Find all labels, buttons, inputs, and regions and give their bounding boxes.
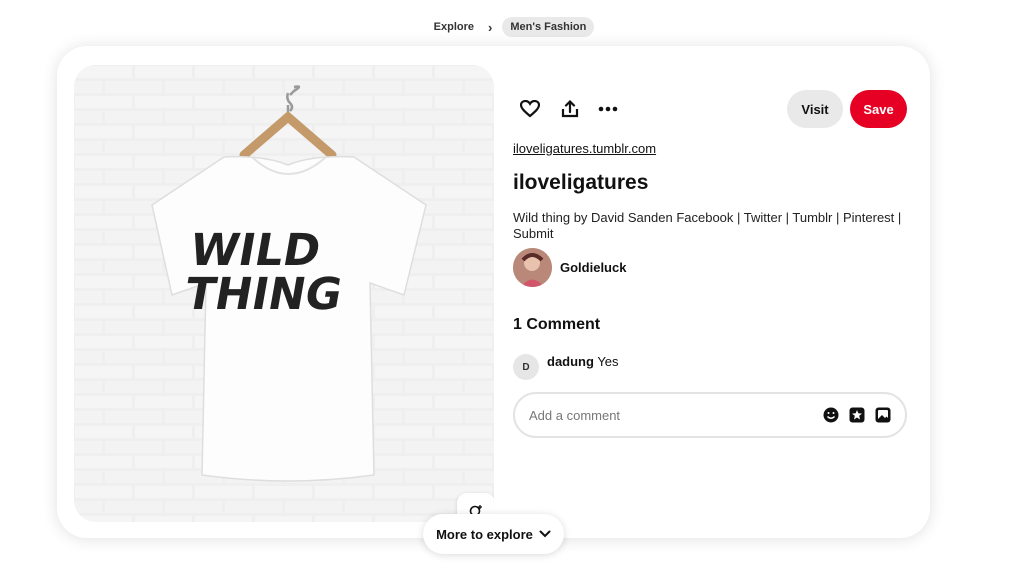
comment-user[interactable]: dadung	[547, 354, 594, 369]
creator[interactable]: Goldieluck	[513, 248, 626, 287]
comment-item: D dadung Yes	[513, 352, 619, 380]
pin-description: Wild thing by David Sanden Facebook | Tw…	[513, 210, 902, 241]
heart-icon[interactable]	[515, 94, 545, 124]
comment-avatar[interactable]: D	[513, 354, 539, 380]
more-to-explore-button[interactable]: More to explore	[423, 514, 564, 554]
avatar[interactable]	[513, 248, 552, 287]
breadcrumb: Explore › Men's Fashion	[0, 17, 1024, 37]
more-icon[interactable]	[593, 94, 623, 124]
source-link[interactable]: iloveligatures.tumblr.com	[513, 141, 656, 156]
chevron-right-icon: ›	[488, 19, 493, 35]
tshirt-photo: WILD THING	[74, 65, 494, 522]
comment-placeholder[interactable]: Add a comment	[529, 408, 823, 423]
shirt-text-thing: THING	[181, 269, 346, 320]
breadcrumb-explore[interactable]: Explore	[430, 18, 478, 36]
visit-button[interactable]: Visit	[787, 90, 843, 128]
comment-body: dadung Yes	[547, 352, 619, 369]
chevron-down-icon	[539, 530, 551, 538]
pin-title: iloveligatures	[513, 171, 649, 194]
breadcrumb-mens-fashion[interactable]: Men's Fashion	[502, 17, 595, 37]
sticker-icon[interactable]	[849, 407, 865, 423]
comment-text: Yes	[597, 354, 619, 369]
comment-input[interactable]: Add a comment	[513, 392, 907, 438]
share-icon[interactable]	[555, 94, 585, 124]
comments-title: 1 Comment	[513, 316, 601, 333]
creator-name[interactable]: Goldieluck	[560, 260, 626, 275]
pin-actions: Visit Save	[513, 90, 907, 128]
more-to-explore-label: More to explore	[436, 526, 533, 542]
pin-details: Visit Save iloveligatures.tumblr.com ilo…	[513, 46, 913, 538]
emoji-icon[interactable]	[823, 407, 839, 423]
pin-card: WILD THING Visit Save iloveligatures.tum…	[57, 46, 930, 538]
image-icon[interactable]	[875, 407, 891, 423]
pin-image[interactable]: WILD THING	[74, 65, 494, 522]
save-button[interactable]: Save	[850, 90, 907, 128]
